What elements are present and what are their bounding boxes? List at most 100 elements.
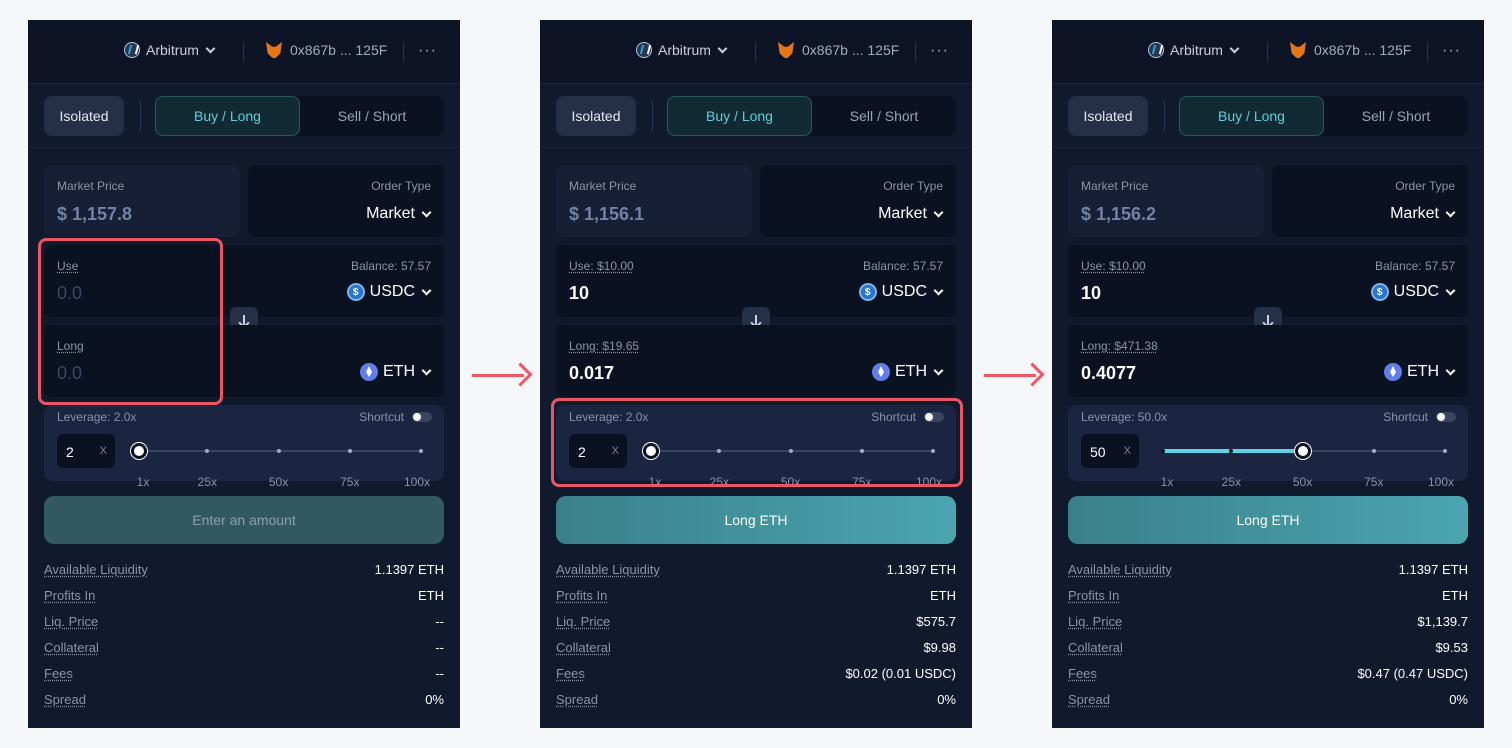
stat-label[interactable]: Available Liquidity [1068, 562, 1172, 577]
wallet-button[interactable]: 0x867b ... 125F [266, 42, 387, 58]
leverage-mark-label[interactable]: 1x [1161, 475, 1174, 489]
stat-label[interactable]: Available Liquidity [44, 562, 148, 577]
leverage-mark-label[interactable]: 1x [137, 475, 150, 489]
shortcut-toggle[interactable] [412, 412, 432, 422]
stat-label[interactable]: Liq. Price [556, 614, 610, 629]
stat-label[interactable]: Profits In [1068, 588, 1119, 603]
stat-label[interactable]: Spread [556, 692, 598, 707]
leverage-mark-label[interactable]: 25x [1222, 475, 1241, 489]
leverage-slider[interactable] [1161, 443, 1447, 459]
leverage-mark-label[interactable]: 50x [1293, 475, 1312, 489]
stat-label[interactable]: Fees [44, 666, 73, 681]
network-selector[interactable]: Arbitrum [124, 42, 216, 58]
long-label: Long: $19.65 [569, 339, 640, 353]
order-type-value: Market [366, 205, 415, 222]
market-price-value: $ 1,156.2 [1081, 204, 1157, 224]
stat-label[interactable]: Liq. Price [1068, 614, 1122, 629]
market-price-box: Market Price $ 1,156.1 [556, 165, 752, 237]
margin-mode-button[interactable]: Isolated [44, 96, 124, 136]
margin-mode-button[interactable]: Isolated [1068, 96, 1148, 136]
stat-value: $9.53 [1435, 640, 1468, 655]
stat-row: Available Liquidity 1.1397 ETH [556, 560, 956, 586]
slider-tick[interactable] [419, 449, 423, 453]
chevron-down-icon [421, 207, 432, 217]
leverage-mark-label[interactable]: 100x [1428, 475, 1454, 489]
order-type-select[interactable]: Market [366, 205, 432, 223]
slider-tick[interactable] [276, 449, 281, 453]
slider-tick[interactable] [347, 449, 352, 453]
tab-buy-long[interactable]: Buy / Long [1179, 96, 1324, 136]
stats-list: Available Liquidity 1.1397 ETH Profits In E… [1068, 560, 1468, 716]
more-menu-icon[interactable]: ··· [418, 42, 437, 60]
network-selector[interactable]: Arbitrum [1148, 42, 1240, 58]
long-amount-input[interactable]: 0.017 [569, 363, 614, 384]
tab-sell-short[interactable]: Sell / Short [1324, 96, 1468, 136]
divider [403, 42, 404, 62]
stat-label[interactable]: Available Liquidity [556, 562, 660, 577]
wallet-button[interactable]: 0x867b ... 125F [778, 42, 899, 58]
use-token-select[interactable]: $ USDC [1370, 283, 1456, 301]
leverage-slider-thumb[interactable] [1294, 443, 1311, 459]
slider-tick[interactable] [1161, 449, 1165, 453]
order-type-box[interactable]: Order Type Market [760, 165, 956, 237]
leverage-input[interactable]: 50 X [1081, 434, 1139, 468]
submit-button[interactable]: Long ETH [1068, 496, 1468, 544]
submit-button[interactable]: Long ETH [556, 496, 956, 544]
long-token-select[interactable]: ETH [1384, 363, 1456, 381]
slider-tick[interactable] [1443, 449, 1447, 453]
divider [755, 42, 756, 62]
order-type-box[interactable]: Order Type Market [1272, 165, 1468, 237]
stat-label[interactable]: Profits In [44, 588, 95, 603]
wallet-button[interactable]: 0x867b ... 125F [1290, 42, 1411, 58]
stat-label[interactable]: Collateral [1068, 640, 1123, 655]
leverage-slider[interactable] [131, 443, 423, 459]
tab-buy-long[interactable]: Buy / Long [155, 96, 300, 136]
use-amount-input[interactable]: 10 [569, 283, 589, 304]
slider-tick[interactable] [1371, 449, 1376, 453]
slider-tick[interactable] [205, 449, 210, 453]
order-type-box[interactable]: Order Type Market [248, 165, 444, 237]
market-price-label: Market Price [57, 179, 125, 193]
stat-label[interactable]: Spread [44, 692, 86, 707]
long-token-select[interactable]: ETH [360, 363, 432, 381]
use-token-label: USDC [881, 283, 927, 300]
order-type-select[interactable]: Market [878, 205, 944, 223]
use-token-label: USDC [369, 283, 415, 300]
network-selector[interactable]: Arbitrum [636, 42, 728, 58]
leverage-mark-label[interactable]: 75x [340, 475, 359, 489]
use-token-select[interactable]: $ USDC [858, 283, 944, 301]
leverage-slider-thumb[interactable] [131, 443, 147, 459]
long-input-box: Long: $19.65 0.017 ETH [556, 325, 956, 397]
use-label: Use: $10.00 [569, 259, 634, 273]
leverage-mark-label[interactable]: 50x [269, 475, 288, 489]
stat-label[interactable]: Spread [1068, 692, 1110, 707]
stat-value: $0.47 (0.47 USDC) [1357, 666, 1468, 681]
stat-value: 0% [937, 692, 956, 707]
stat-label[interactable]: Collateral [556, 640, 611, 655]
tab-buy-long[interactable]: Buy / Long [667, 96, 812, 136]
margin-mode-button[interactable]: Isolated [556, 96, 636, 136]
long-token-select[interactable]: ETH [872, 363, 944, 381]
leverage-mark-label[interactable]: 25x [198, 475, 217, 489]
tab-sell-short[interactable]: Sell / Short [812, 96, 956, 136]
stat-label[interactable]: Fees [556, 666, 585, 681]
tab-sell-short[interactable]: Sell / Short [300, 96, 444, 136]
shortcut-toggle[interactable] [1436, 412, 1456, 422]
stat-label[interactable]: Liq. Price [44, 614, 98, 629]
use-amount-input[interactable]: 10 [1081, 283, 1101, 304]
order-type-select[interactable]: Market [1390, 205, 1456, 223]
arrow-right-icon [472, 362, 533, 390]
long-amount-input[interactable]: 0.4077 [1081, 363, 1136, 384]
more-menu-icon[interactable]: ··· [1442, 42, 1461, 60]
submit-button[interactable]: Enter an amount [44, 496, 444, 544]
leverage-input[interactable]: 2 X [57, 434, 115, 468]
stat-row: Collateral $9.53 [1068, 638, 1468, 664]
use-token-select[interactable]: $ USDC [346, 283, 432, 301]
more-menu-icon[interactable]: ··· [930, 42, 949, 60]
stat-label[interactable]: Profits In [556, 588, 607, 603]
leverage-mark-label[interactable]: 100x [404, 475, 430, 489]
stat-label[interactable]: Collateral [44, 640, 99, 655]
long-input-box: Long: $471.38 0.4077 ETH [1068, 325, 1468, 397]
leverage-mark-label[interactable]: 75x [1364, 475, 1383, 489]
stat-label[interactable]: Fees [1068, 666, 1097, 681]
